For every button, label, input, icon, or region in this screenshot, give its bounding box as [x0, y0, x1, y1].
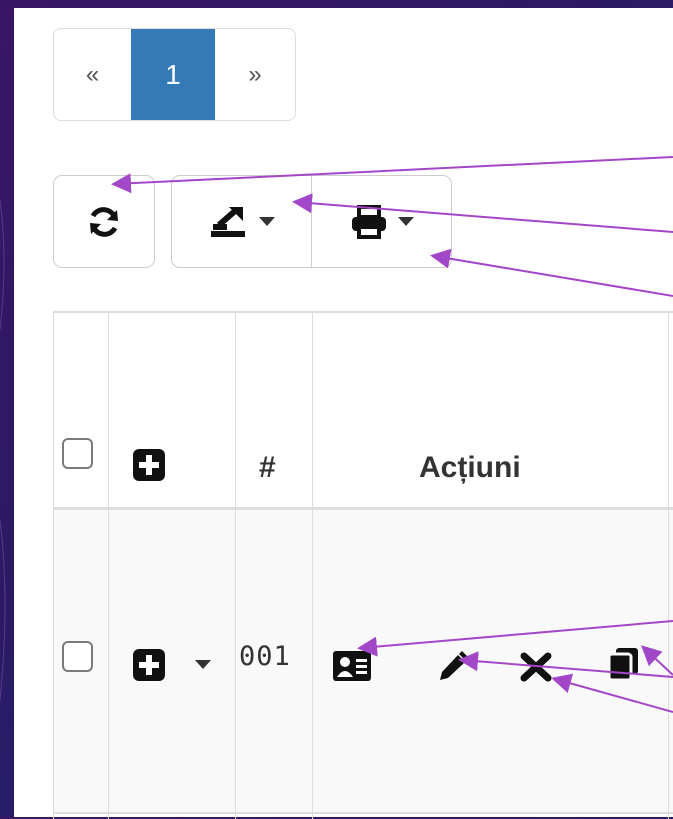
- chevron-down-icon: [397, 217, 414, 226]
- select-all-checkbox[interactable]: [62, 438, 93, 469]
- table-header: # Acțiuni: [54, 313, 673, 510]
- column-divider: [668, 313, 669, 819]
- pagination-page-1[interactable]: 1: [131, 29, 215, 120]
- pagination-last-button[interactable]: »: [215, 29, 295, 120]
- column-header-number[interactable]: #: [259, 451, 276, 485]
- export-dropdown-button[interactable]: [172, 176, 312, 267]
- pagination-first-button[interactable]: «: [54, 29, 131, 120]
- row-checkbox[interactable]: [62, 641, 93, 672]
- expand-all-icon[interactable]: [132, 448, 166, 482]
- edit-pencil-icon[interactable]: [438, 650, 468, 682]
- view-card-icon[interactable]: [332, 650, 372, 682]
- export-icon: [210, 206, 245, 237]
- chevron-down-icon: [258, 217, 275, 226]
- print-dropdown-button[interactable]: [312, 176, 451, 267]
- table-row: 001: [54, 510, 673, 814]
- refresh-button[interactable]: [53, 175, 155, 268]
- column-divider: [312, 313, 313, 819]
- pagination: « 1 »: [53, 28, 296, 121]
- row-number: 001: [239, 641, 291, 672]
- export-print-button-group: [171, 175, 452, 268]
- expand-row-icon[interactable]: [132, 648, 166, 682]
- copy-icon[interactable]: [606, 646, 642, 682]
- refresh-icon: [90, 206, 118, 237]
- print-icon: [351, 204, 386, 239]
- delete-x-icon[interactable]: [520, 652, 552, 682]
- column-header-actions: Acțiuni: [419, 451, 521, 484]
- row-dropdown-chevron-icon[interactable]: [195, 660, 211, 669]
- data-table: # Acțiuni 001: [53, 311, 673, 819]
- column-divider: [108, 313, 109, 819]
- column-divider: [235, 313, 236, 819]
